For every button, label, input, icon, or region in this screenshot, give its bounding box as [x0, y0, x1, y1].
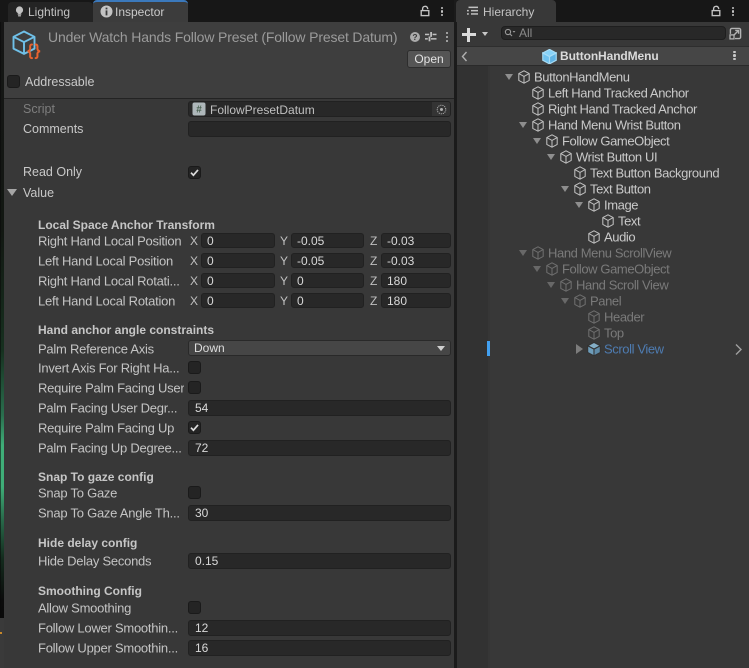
- svg-text:#: #: [196, 105, 202, 116]
- svg-text:?: ?: [412, 32, 417, 42]
